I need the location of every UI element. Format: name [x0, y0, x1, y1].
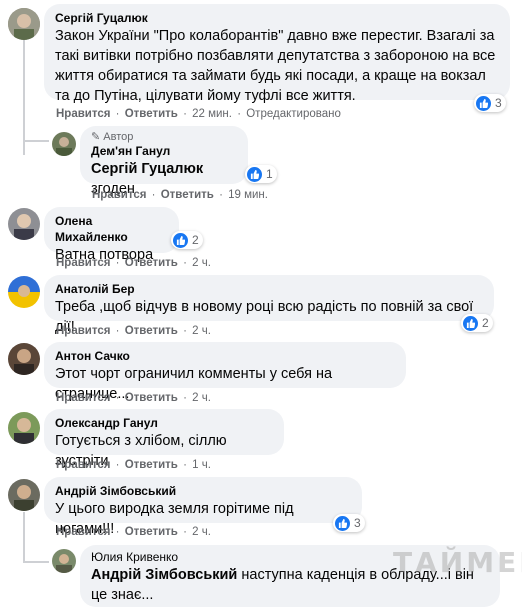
reaction-count[interactable]: 3: [333, 514, 365, 532]
comment-author[interactable]: Сергій Гуцалюк: [55, 10, 499, 26]
avatar-photo-icon: [52, 549, 76, 573]
like-button[interactable]: Нравится: [56, 108, 110, 120]
avatar[interactable]: [8, 276, 40, 308]
comment-actions: Нравится · Ответить · 2 ч.: [56, 526, 211, 538]
comment-bubble: Олександр Ганул Готується з хлібом, сілл…: [44, 409, 284, 469]
comment-bubble: Андрій Зімбовський У цього виродка земля…: [44, 477, 362, 537]
reaction-count[interactable]: 2: [171, 231, 203, 249]
avatar[interactable]: [8, 412, 40, 444]
comment-bubble: Олена Михайленко Ватна потвора: [44, 207, 179, 263]
comment-bubble: Анатолій Бер Треба ,щоб відчув в новому …: [44, 275, 494, 335]
comment-time[interactable]: 2 ч.: [192, 325, 211, 337]
pencil-icon: ✎: [91, 131, 104, 143]
reply-button[interactable]: Ответить: [125, 526, 178, 538]
like-button[interactable]: Нравится: [56, 459, 110, 471]
reply-button[interactable]: Ответить: [125, 257, 178, 269]
comment-actions: Нравится · Ответить · 19 мин.: [92, 189, 268, 201]
reply-button[interactable]: Ответить: [125, 392, 178, 404]
avatar[interactable]: [8, 479, 40, 511]
comment-actions: Нравится · Ответить · 2 ч.: [56, 325, 211, 337]
like-button[interactable]: Нравится: [56, 392, 110, 404]
comment-author[interactable]: Андрій Зімбовський: [55, 483, 351, 499]
reaction-number: 2: [482, 316, 489, 330]
avatar[interactable]: [52, 132, 76, 156]
avatar-photo-icon: [52, 132, 76, 156]
comment-time[interactable]: 2 ч.: [192, 257, 211, 269]
reaction-number: 1: [266, 167, 273, 181]
like-button[interactable]: Нравится: [56, 257, 110, 269]
avatar-photo-icon: [8, 479, 40, 511]
avatar-photo-icon: [8, 208, 40, 240]
reaction-number: 3: [354, 516, 361, 530]
comment-author[interactable]: Олександр Ганул: [55, 415, 273, 431]
comment-time[interactable]: 2 ч.: [192, 526, 211, 538]
comment-bubble: ✎ Автор Дем'ян Ганул Сергій Гуцалюк згод…: [80, 126, 248, 197]
comment-author[interactable]: Антон Сачко: [55, 348, 395, 364]
reaction-number: 2: [192, 233, 199, 247]
reply-button[interactable]: Ответить: [125, 108, 178, 120]
reaction-number: 3: [495, 96, 502, 110]
like-icon: [463, 315, 478, 331]
avatar-photo-icon: [8, 8, 40, 40]
reply-button[interactable]: Ответить: [125, 325, 178, 337]
thread-connector: [23, 561, 49, 563]
author-badge: ✎ Автор: [91, 131, 134, 143]
mention[interactable]: Андрій Зімбовський: [91, 567, 237, 583]
reaction-count[interactable]: 3: [474, 94, 506, 112]
avatar-photo-icon: [8, 276, 40, 308]
comment-bubble: Антон Сачко Этот чорт ограничил комменты…: [44, 342, 406, 402]
comment-time[interactable]: 19 мин.: [228, 189, 268, 201]
comment-time[interactable]: 22 мин.: [192, 108, 232, 120]
comment-time[interactable]: 1 ч.: [192, 459, 211, 471]
comment-actions: Нравится · Ответить · 22 мин. · Отредакт…: [56, 108, 341, 120]
reply-button[interactable]: Ответить: [125, 459, 178, 471]
thread-line: [23, 512, 25, 562]
thread-line: [23, 40, 25, 155]
comment-author[interactable]: Дем'ян Ганул: [91, 143, 237, 159]
reaction-count[interactable]: 2: [461, 314, 493, 332]
mention[interactable]: Сергій Гуцалюк: [91, 161, 203, 177]
watermark-logo: ТАЙМЕР: [393, 546, 522, 579]
edited-label[interactable]: Отредактировано: [246, 108, 341, 120]
comment-author[interactable]: Олена Михайленко: [55, 213, 168, 245]
like-button[interactable]: Нравится: [56, 325, 110, 337]
like-button[interactable]: Нравится: [56, 526, 110, 538]
comment-time[interactable]: 2 ч.: [192, 392, 211, 404]
comment-actions: Нравится · Ответить · 1 ч.: [56, 459, 211, 471]
like-icon: [173, 232, 188, 248]
avatar[interactable]: [8, 8, 40, 40]
avatar[interactable]: [8, 343, 40, 375]
avatar[interactable]: [8, 208, 40, 240]
like-icon: [247, 166, 262, 182]
reaction-count[interactable]: 1: [245, 165, 277, 183]
comment-actions: Нравится · Ответить · 2 ч.: [56, 257, 211, 269]
avatar-photo-icon: [8, 412, 40, 444]
thread-connector: [23, 140, 49, 142]
like-icon: [335, 515, 350, 531]
comment-text: Закон України "Про колаборантів" давно в…: [55, 28, 496, 104]
comment-author[interactable]: Анатолій Бер: [55, 281, 483, 297]
comment-bubble: Сергій Гуцалюк Закон України "Про колабо…: [44, 4, 510, 104]
avatar-photo-icon: [8, 343, 40, 375]
like-button[interactable]: Нравится: [92, 189, 146, 201]
avatar[interactable]: [52, 549, 76, 573]
like-icon: [476, 95, 491, 111]
reply-button[interactable]: Ответить: [161, 189, 214, 201]
comment-actions: Нравится · Ответить · 2 ч.: [56, 392, 211, 404]
